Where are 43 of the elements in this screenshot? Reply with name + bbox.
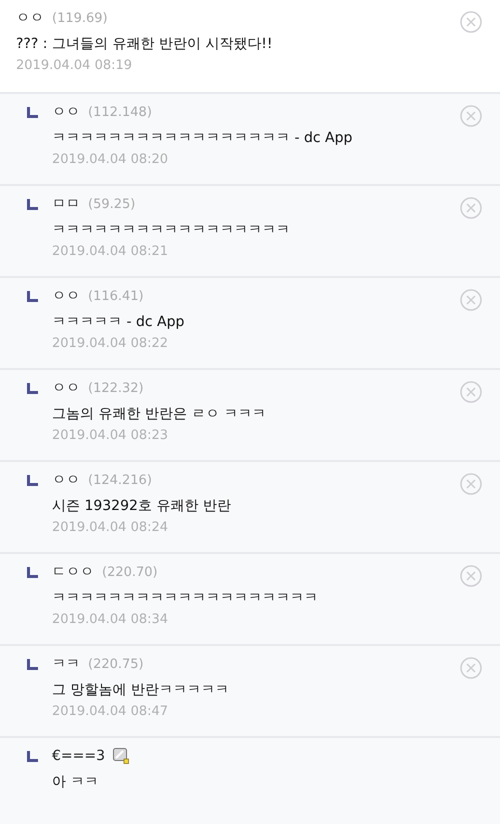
comment-text: ㅋㅋㅋㅋㅋㅋㅋㅋㅋㅋㅋㅋㅋㅋㅋㅋㅋ bbox=[52, 221, 291, 239]
close-button[interactable] bbox=[460, 381, 482, 403]
ip-address: (124.216) bbox=[88, 472, 152, 488]
comment-text: ㅋㅋㅋㅋㅋ - dc App bbox=[52, 313, 186, 331]
comment-date: 2019.04.04 08:19 bbox=[16, 58, 134, 73]
close-button[interactable] bbox=[460, 565, 482, 587]
ip-address: (220.75) bbox=[88, 656, 144, 672]
close-button[interactable] bbox=[460, 289, 482, 311]
comment-text: ㅋㅋㅋㅋㅋㅋㅋㅋㅋㅋㅋㅋㅋㅋㅋㅋㅋ - dc App bbox=[52, 129, 354, 147]
nickname: ㅋㅋ bbox=[52, 655, 80, 673]
close-button[interactable] bbox=[460, 473, 482, 495]
ip-address: (119.69) bbox=[52, 10, 108, 26]
ip-address: (112.148) bbox=[88, 104, 152, 120]
nickname: ㅇㅇ bbox=[52, 103, 80, 121]
nickname: ㅇㅇ bbox=[52, 287, 80, 305]
comment-date: 2019.04.04 08:34 bbox=[52, 612, 170, 627]
comment-text: 시즌 193292호 유쾌한 반란 bbox=[52, 497, 232, 515]
member-icon bbox=[113, 748, 130, 764]
comment-text: 그 망할놈에 반란ㅋㅋㅋㅋㅋ bbox=[52, 681, 230, 699]
nickname: €===3 bbox=[52, 748, 106, 764]
comment-text: 그놈의 유쾌한 반란은 ㄹㅇ ㅋㅋㅋ bbox=[52, 405, 267, 423]
comment-date: 2019.04.04 08:24 bbox=[52, 520, 170, 535]
ip-address: (116.41) bbox=[88, 288, 144, 304]
nickname: ㄷㅇㅇ bbox=[52, 563, 94, 581]
comment-date: 2019.04.04 08:23 bbox=[52, 428, 170, 443]
comment-date: 2019.04.04 08:47 bbox=[52, 704, 170, 719]
comment-date: 2019.04.04 08:20 bbox=[52, 152, 170, 167]
close-button[interactable] bbox=[460, 197, 482, 219]
nickname: ㅇㅇ bbox=[52, 471, 80, 489]
ip-address: (122.32) bbox=[88, 380, 144, 396]
comment-text: 아 ㅋㅋ bbox=[52, 773, 100, 791]
comment-date: 2019.04.04 08:21 bbox=[52, 244, 170, 259]
nickname: ㅁㅁ bbox=[52, 195, 80, 213]
comment-text: ??? : 그녀들의 유쾌한 반란이 시작됐다!! bbox=[16, 35, 274, 53]
ip-address: (59.25) bbox=[88, 196, 136, 212]
close-button[interactable] bbox=[460, 105, 482, 127]
close-button[interactable] bbox=[460, 11, 482, 33]
comment-date: 2019.04.04 08:22 bbox=[52, 336, 170, 351]
nickname: ㅇㅇ bbox=[16, 9, 44, 27]
ip-address: (220.70) bbox=[102, 564, 158, 580]
comment-text: ㅋㅋㅋㅋㅋㅋㅋㅋㅋㅋㅋㅋㅋㅋㅋㅋㅋㅋㅋ bbox=[52, 589, 319, 607]
nickname: ㅇㅇ bbox=[52, 379, 80, 397]
close-button[interactable] bbox=[460, 657, 482, 679]
